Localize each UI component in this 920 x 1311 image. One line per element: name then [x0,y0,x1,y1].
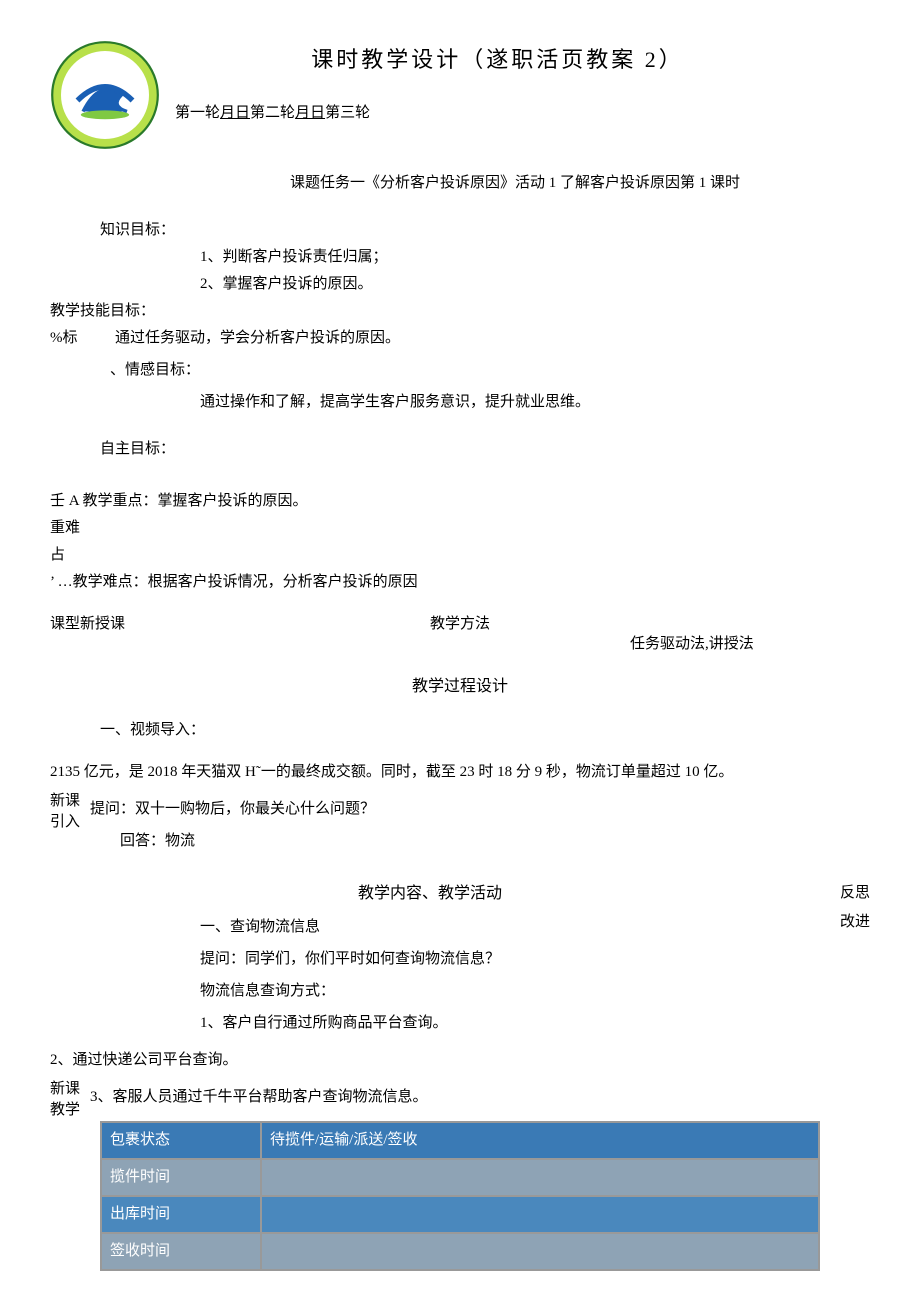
table-row1-col2 [261,1159,819,1196]
activity-side-label-1: 新课 [50,1079,90,1100]
activity-body-row: 一、查询物流信息 提问：同学们，你们平时如何查询物流信息？ 物流信息查询方式： … [50,909,870,1042]
emotion-content: 通过操作和了解，提高学生客户服务意识，提升就业思维。 [200,389,870,416]
activity-side-content: 3、客服人员通过千牛平台帮助客户查询物流信息。 包裹状态 待揽件/运输/派送/签… [90,1079,870,1271]
intro-side-label: 新课 引入 [50,791,90,833]
table-row: 出库时间 [101,1196,819,1233]
activity-side-block: 新课 教学 3、客服人员通过千牛平台帮助客户查询物流信息。 包裹状态 待揽件/运… [50,1079,870,1271]
table-row: 揽件时间 [101,1159,819,1196]
skill-row: %标 通过任务驱动，学会分析客户投诉的原因。 [50,325,870,352]
intro-section-1: 一、视频导入： [100,717,870,744]
knowledge-item-1: 1、判断客户投诉责任归属； [200,244,870,271]
table-row1-col1: 揽件时间 [101,1159,261,1196]
reflect-label-1: 反思 [810,880,870,909]
intro-side-content: 提问：双十一购物后，你最关心什么问题？ 回答：物流 [90,791,870,860]
class-type: 课型新授课 [50,611,430,658]
round-1-date: 月日 [220,105,250,121]
reflect-label-2: 改进 [810,909,870,1042]
activity-sec1: 一、查询物流信息 [200,914,810,941]
method-value: 任务驱动法,讲授法 [630,611,870,658]
activity-side-label: 新课 教学 [50,1079,90,1121]
activity-title: 教学内容、教学活动 [50,880,810,909]
status-table-wrap: 包裹状态 待揽件/运输/派送/签收 揽件时间 出库时间 签收时间 [100,1121,870,1271]
table-header-col1: 包裹状态 [101,1122,261,1159]
knowledge-item-2: 2、掌握客户投诉的原因。 [200,271,870,298]
keypoint-line1: 壬 A 教学重点：掌握客户投诉的原因。 [50,488,870,515]
intro-question: 提问：双十一购物后，你最关心什么问题？ [90,796,870,823]
keypoint-line2: 重难 [50,515,870,542]
intro-side-block: 新课 引入 提问：双十一购物后，你最关心什么问题？ 回答：物流 [50,791,870,860]
activity-body-left: 一、查询物流信息 提问：同学们，你们平时如何查询物流信息？ 物流信息查询方式： … [50,909,810,1042]
main-title: 课时教学设计（遂职活页教案 2） [125,40,870,80]
percent-label: %标 [50,325,100,352]
intro-answer: 回答：物流 [120,828,870,855]
activity-item2: 2、通过快递公司平台查询。 [50,1047,870,1074]
skill-content: 通过任务驱动，学会分析客户投诉的原因。 [115,325,400,352]
header-text: 课时教学设计（遂职活页教案 2） 第一轮月日第二轮月日第三轮 [175,40,870,127]
round-3-label: 第三轮 [325,105,370,121]
self-objective-label: 自主目标： [100,436,870,463]
meta-row: 课型新授课 教学方法 任务驱动法,讲授法 [50,611,870,658]
table-header-col2: 待揽件/运输/派送/签收 [261,1122,819,1159]
table-row2-col1: 出库时间 [101,1196,261,1233]
rounds-line: 第一轮月日第二轮月日第三轮 [175,100,870,127]
table-row3-col1: 签收时间 [101,1233,261,1270]
activity-header-row: 教学内容、教学活动 反思 [50,880,870,909]
table-header-row: 包裹状态 待揽件/运输/派送/签收 [101,1122,819,1159]
header-section: 课时教学设计（遂职活页教案 2） 第一轮月日第二轮月日第三轮 [50,40,870,150]
keypoint-line3: 占 [50,542,870,569]
activity-q1: 提问：同学们，你们平时如何查询物流信息？ [200,946,810,973]
activity-item3: 3、客服人员通过千牛平台帮助客户查询物流信息。 [90,1084,870,1111]
intro-paragraph: 2135 亿元，是 2018 年天猫双 H˜一的最终成交额。同时，截至 23 时… [50,759,870,786]
emotion-label: 、情感目标： [110,357,870,384]
round-2-date: 月日 [295,105,325,121]
table-row3-col2 [261,1233,819,1270]
topic-line: 课题任务一《分析客户投诉原因》活动 1 了解客户投诉原因第 1 课时 [160,170,870,197]
activity-q2: 物流信息查询方式： [200,978,810,1005]
activity-side-label-2: 教学 [50,1100,90,1121]
activity-item1: 1、客户自行通过所购商品平台查询。 [200,1010,810,1037]
keypoint-line4: ’ …教学难点：根据客户投诉情况，分析客户投诉的原因 [50,569,870,596]
process-title: 教学过程设计 [50,673,870,702]
method-label: 教学方法 [430,611,630,658]
intro-side-label-1: 新课 [50,791,90,812]
round-1-label: 第一轮 [175,105,220,121]
skill-objective-label: 教学技能目标： [50,298,870,325]
intro-side-label-2: 引入 [50,812,90,833]
round-2-label: 第二轮 [250,105,295,121]
knowledge-objective-label: 知识目标： [100,217,870,244]
table-row: 签收时间 [101,1233,819,1270]
table-row2-col2 [261,1196,819,1233]
status-table: 包裹状态 待揽件/运输/派送/签收 揽件时间 出库时间 签收时间 [100,1121,820,1271]
